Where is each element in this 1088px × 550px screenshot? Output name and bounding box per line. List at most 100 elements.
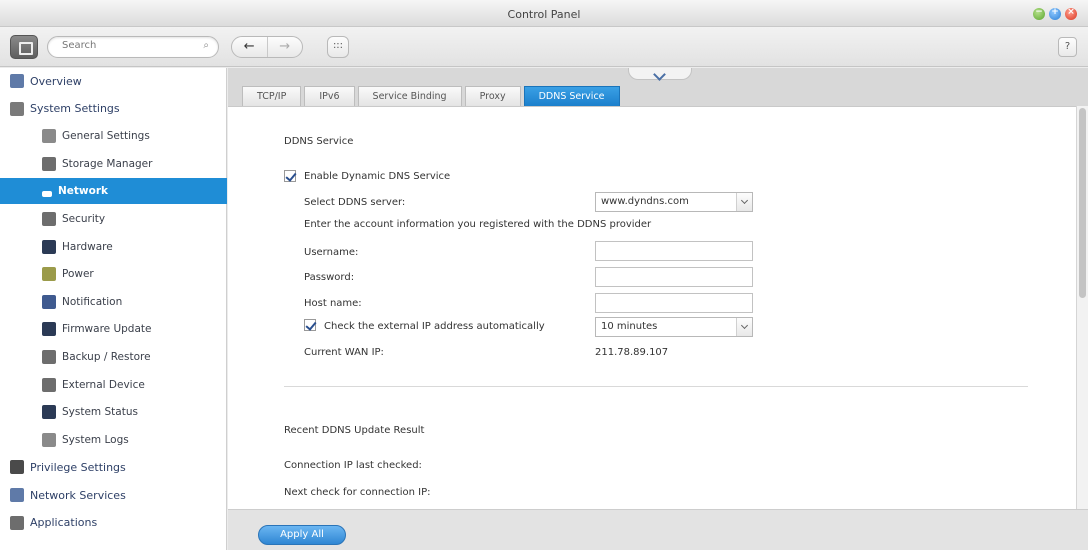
sidebar-item-backup-restore[interactable]: Backup / Restore (0, 344, 227, 370)
tab-service-binding[interactable]: Service Binding (357, 86, 462, 106)
check-ip-checkbox[interactable] (304, 319, 316, 331)
minimize-button[interactable]: − (1033, 7, 1045, 20)
user-icon (10, 460, 24, 475)
sidebar-item-firmware-update[interactable]: Firmware Update (0, 316, 227, 342)
section-divider (284, 386, 1028, 387)
apps-grid-button[interactable]: ::: (327, 36, 349, 58)
monitor-icon (42, 405, 56, 420)
sidebar-item-notification[interactable]: Notification (0, 289, 227, 315)
sidebar-item-label: Notification (62, 295, 123, 308)
forward-button[interactable]: → (268, 37, 303, 57)
vertical-scrollbar[interactable] (1076, 106, 1088, 509)
sidebar-item-label: Overview (30, 74, 82, 88)
password-input[interactable] (596, 268, 752, 286)
scrollbar-thumb[interactable] (1079, 108, 1086, 298)
network-icon (42, 191, 52, 198)
hostname-label: Host name: (304, 298, 362, 309)
sidebar-item-general-settings[interactable]: General Settings (0, 123, 227, 149)
nav-arrows: ← → (231, 36, 303, 58)
check-interval-select[interactable]: 10 minutes (595, 317, 753, 337)
sidebar-item-overview[interactable]: Overview (0, 68, 227, 94)
recent-section-title: Recent DDNS Update Result (284, 425, 425, 436)
footer-bar: Apply All (228, 509, 1088, 550)
sidebar-item-label: Storage Manager (62, 157, 153, 170)
tab-tcp-ip[interactable]: TCP/IP (242, 86, 302, 106)
ddns-server-value: www.dyndns.com (601, 196, 689, 207)
sidebar-item-security[interactable]: Security (0, 206, 227, 232)
sidebar-item-storage-manager[interactable]: Storage Manager (0, 151, 227, 177)
hardware-icon (42, 239, 56, 254)
hostname-input[interactable] (596, 294, 752, 312)
gear-icon (10, 101, 24, 116)
apply-all-button[interactable]: Apply All (258, 525, 346, 545)
sidebar-item-power[interactable]: Power (0, 261, 227, 287)
enable-ddns-label: Enable Dynamic DNS Service (304, 171, 451, 182)
sidebar-item-label: General Settings (62, 130, 150, 143)
account-note: Enter the account information you regist… (304, 219, 652, 230)
sidebar-item-label: System Settings (30, 102, 120, 116)
sidebar-item-system-status[interactable]: System Status (0, 399, 227, 425)
chevron-down-icon (736, 318, 752, 336)
help-button[interactable]: ? (1058, 37, 1077, 57)
sidebar-item-label: Hardware (62, 240, 113, 253)
sidebar-item-label: Network (58, 185, 109, 198)
wan-ip-label: Current WAN IP: (304, 347, 384, 358)
sidebar-item-label: Backup / Restore (62, 351, 151, 363)
home-grid-button[interactable] (10, 35, 38, 59)
ddns-panel: DDNS Service Enable Dynamic DNS Service … (228, 106, 1076, 509)
close-icon: × (1067, 7, 1075, 17)
hostname-field[interactable] (595, 293, 753, 313)
collapse-tab-icon[interactable] (628, 68, 692, 80)
sidebar-item-label: System Logs (62, 433, 129, 446)
sidebar-item-system-logs[interactable]: System Logs (0, 427, 227, 453)
chevron-down-icon (736, 193, 752, 211)
ddns-server-select[interactable]: www.dyndns.com (595, 192, 753, 212)
sidebar-item-label: System Status (62, 406, 138, 419)
sidebar-item-label: Applications (30, 516, 98, 530)
search-input[interactable] (62, 40, 192, 51)
password-field[interactable] (595, 267, 753, 287)
username-field[interactable] (595, 241, 753, 261)
tab-ddns-service[interactable]: DDNS Service (523, 86, 620, 106)
next-check-label: Next check for connection IP: (284, 487, 431, 498)
settings-sheet-icon (42, 129, 56, 144)
ddns-server-label: Select DDNS server: (304, 197, 406, 208)
check-interval-value: 10 minutes (601, 321, 658, 332)
minimize-icon: − (1035, 7, 1043, 17)
close-button[interactable]: × (1065, 7, 1077, 20)
external-device-icon (42, 377, 56, 392)
search-box[interactable]: ⌕ (47, 36, 219, 58)
wan-ip-value: 211.78.89.107 (595, 347, 669, 358)
sidebar-item-applications[interactable]: Applications (0, 510, 227, 536)
sidebar-item-network-services[interactable]: Network Services (0, 482, 227, 508)
logs-icon (42, 432, 56, 447)
sidebar-item-network[interactable]: Network (0, 178, 227, 205)
sidebar-item-label: External Device (62, 378, 145, 391)
applications-icon (10, 515, 24, 530)
toolbar: ⌕ ← → ::: ? (0, 27, 1088, 67)
network-services-icon (10, 488, 24, 502)
maximize-icon: + (1051, 7, 1059, 17)
sidebar-item-hardware[interactable]: Hardware (0, 234, 227, 260)
sidebar-item-privilege-settings[interactable]: Privilege Settings (0, 454, 227, 480)
enable-ddns-checkbox[interactable] (284, 170, 296, 182)
sidebar: Overview System Settings General Settings S… (0, 68, 227, 550)
sidebar-item-label: Security (62, 213, 106, 225)
sidebar-item-external-device[interactable]: External Device (0, 372, 227, 398)
tab-ipv6[interactable]: IPv6 (304, 86, 355, 106)
main-panel: TCP/IP IPv6 Service Binding Proxy DDNS Servi… (228, 68, 1088, 550)
backup-icon (42, 350, 56, 364)
password-label: Password: (304, 272, 355, 283)
username-label: Username: (304, 247, 359, 258)
search-icon[interactable]: ⌕ (203, 40, 209, 51)
maximize-button[interactable]: + (1049, 7, 1061, 20)
notification-icon (42, 294, 56, 309)
tab-proxy[interactable]: Proxy (464, 86, 521, 106)
tab-bar: TCP/IP IPv6 Service Binding Proxy DDNS Servi… (242, 86, 623, 106)
bulb-icon (42, 267, 56, 282)
title-bar: Control Panel − + × (0, 0, 1088, 27)
back-button[interactable]: ← (232, 37, 268, 57)
username-input[interactable] (596, 242, 752, 260)
sidebar-item-system-settings[interactable]: System Settings (0, 96, 227, 122)
window-title: Control Panel (507, 8, 581, 21)
